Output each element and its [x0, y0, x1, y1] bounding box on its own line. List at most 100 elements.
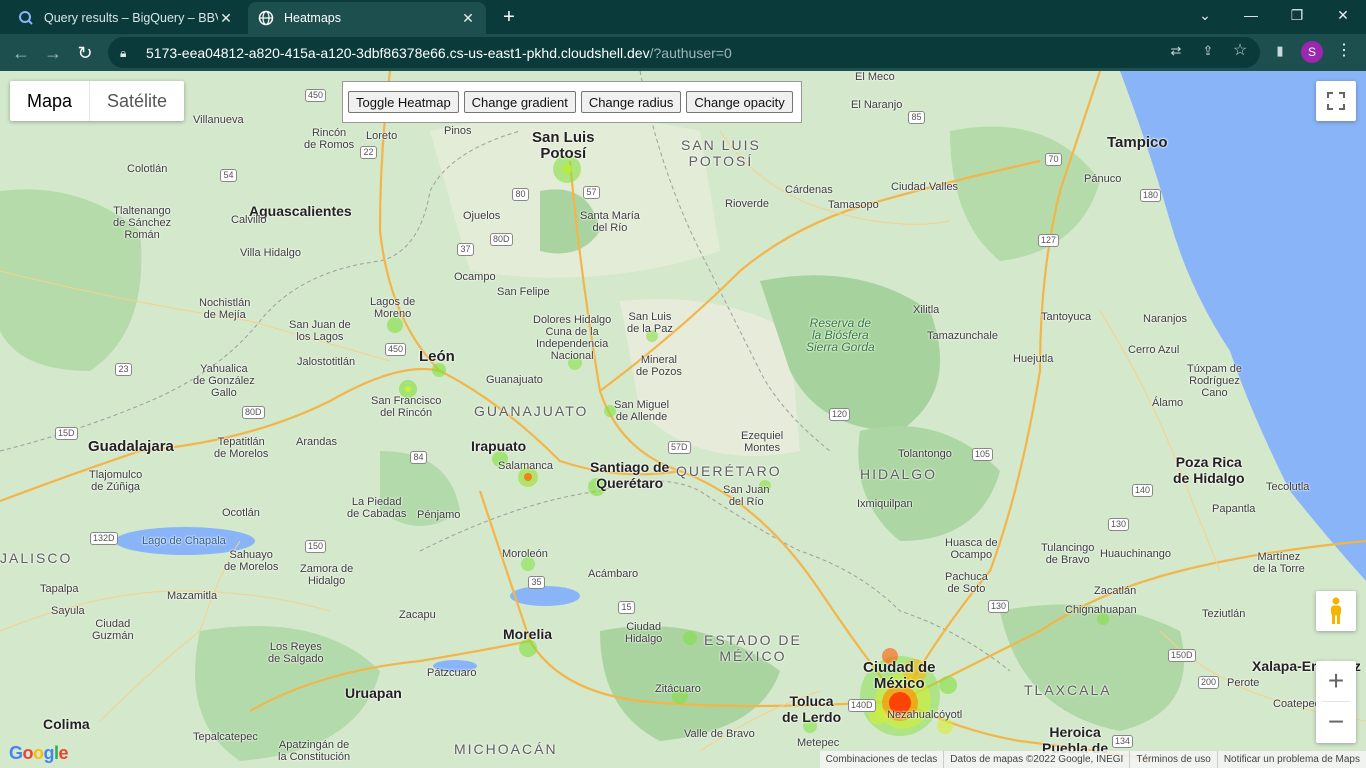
- zoom-in-button[interactable]: +: [1316, 661, 1356, 701]
- place-label: San Luis de la Paz: [627, 311, 673, 335]
- address-bar[interactable]: 🔒︎ 5173-eea04812-a820-415a-a120-3dbf8637…: [108, 37, 1260, 68]
- city-label: León: [419, 348, 455, 365]
- place-label: Pánuco: [1084, 173, 1122, 185]
- place-label: Ixmiquilpan: [857, 498, 913, 510]
- translate-icon[interactable]: ⇄: [1167, 42, 1185, 60]
- place-label: Tepalcatepec: [193, 731, 258, 743]
- highway-shield: 57: [583, 186, 600, 199]
- share-icon[interactable]: ⇪: [1199, 42, 1217, 60]
- place-label: San Juan de los Lagos: [289, 319, 351, 343]
- place-label: Cárdenas: [785, 184, 833, 196]
- place-label: Apatzingán de la Constitución: [278, 739, 351, 763]
- highway-shield: 37: [457, 243, 474, 256]
- tab-title: Heatmaps: [284, 11, 341, 25]
- toggle-heatmap-button[interactable]: Toggle Heatmap: [348, 91, 459, 113]
- highway-shield: 140: [1132, 484, 1154, 497]
- map-data-credit: Datos de mapas ©2022 Google, INEGI: [944, 751, 1131, 768]
- place-label: San Miguel de Allende: [614, 399, 670, 423]
- state-label: SAN LUIS POTOSÍ: [681, 137, 761, 169]
- place-label: Naranjos: [1143, 313, 1188, 325]
- place-label: Tecolutla: [1266, 481, 1310, 493]
- place-label: Rioverde: [725, 198, 770, 210]
- city-label: Colima: [43, 716, 90, 732]
- place-label: Zacatlán: [1094, 585, 1137, 597]
- highway-shield: 134: [1112, 735, 1134, 748]
- url-text: 5173-eea04812-a820-415a-a120-3dbf86378e6…: [146, 44, 732, 61]
- highway-shield: 22: [360, 146, 377, 159]
- highway-shield: 23: [115, 363, 132, 376]
- lake-label: Lago de Chapala: [142, 535, 226, 547]
- menu-kebab-icon[interactable]: ⋮: [1335, 42, 1353, 60]
- terms-link[interactable]: Términos de uso: [1130, 751, 1218, 768]
- back-icon[interactable]: ←: [8, 40, 34, 66]
- minimize-icon[interactable]: —: [1228, 0, 1274, 30]
- place-label: San Francisco del Rincón: [371, 395, 442, 419]
- place-label: Tlajomulco de Zúñiga: [89, 469, 143, 493]
- restore-icon[interactable]: ❐: [1274, 0, 1320, 30]
- side-panel-icon[interactable]: ▮: [1271, 42, 1289, 60]
- city-label: Irapuato: [471, 438, 527, 454]
- pegman-icon: [1331, 597, 1341, 624]
- highway-shield: 54: [220, 169, 237, 182]
- profile-avatar[interactable]: S: [1301, 41, 1323, 63]
- keyboard-shortcuts-link[interactable]: Combinaciones de teclas: [820, 751, 945, 768]
- place-label: Guanajuato: [486, 374, 543, 386]
- bookmark-star-icon[interactable]: ☆: [1231, 42, 1249, 60]
- highway-shield: 85: [908, 111, 925, 124]
- highway-shield: 15: [618, 601, 635, 614]
- highway-shield: 15D: [55, 427, 78, 440]
- city-label: Tampico: [1107, 134, 1168, 151]
- place-label: Xilitla: [913, 304, 940, 316]
- place-label: Zitácuaro: [655, 683, 701, 695]
- place-label: Mazamitla: [167, 590, 218, 602]
- place-label: Ciudad Hidalgo: [625, 621, 663, 645]
- place-label: Los Reyes de Salgado: [268, 641, 324, 665]
- heatmap-map[interactable]: 450 57 22 80 54 80D 85 70 127 180 37 450…: [0, 71, 1366, 768]
- close-icon[interactable]: ✕: [460, 10, 476, 27]
- bigquery-icon: [18, 10, 34, 26]
- place-label: Cerro Azul: [1128, 344, 1180, 356]
- map-type-map-button[interactable]: Mapa: [10, 81, 89, 121]
- report-problem-link[interactable]: Notificar un problema de Maps: [1218, 751, 1366, 768]
- google-logo: Google: [9, 743, 69, 763]
- city-label: Poza Rica de Hidalgo: [1173, 454, 1245, 486]
- place-label: Nochistlán de Mejía: [199, 297, 251, 321]
- window-close-icon[interactable]: ✕: [1320, 0, 1366, 30]
- place-label: Pinos: [444, 125, 472, 137]
- place-label: Villa Hidalgo: [240, 247, 301, 259]
- change-gradient-button[interactable]: Change gradient: [463, 91, 576, 113]
- place-label: Ojuelos: [463, 210, 501, 222]
- forward-icon[interactable]: →: [40, 40, 66, 66]
- highway-shield: 105: [972, 448, 994, 461]
- city-label: Toluca de Lerdo: [782, 693, 842, 725]
- new-tab-button[interactable]: +: [498, 6, 520, 28]
- fullscreen-button[interactable]: [1316, 81, 1356, 121]
- place-label: Huauchinango: [1100, 548, 1171, 560]
- tab-search-icon[interactable]: ⌄: [1182, 0, 1228, 30]
- place-label: Lagos de Moreno: [370, 296, 416, 320]
- change-radius-button[interactable]: Change radius: [580, 91, 682, 113]
- place-label: Nezahualcóyotl: [887, 709, 963, 721]
- map-type-satellite-button[interactable]: Satélite: [89, 81, 184, 121]
- place-label: Valle de Bravo: [684, 728, 755, 740]
- change-opacity-button[interactable]: Change opacity: [686, 91, 793, 113]
- street-view-pegman-button[interactable]: [1316, 591, 1356, 631]
- place-label: Tamasopo: [828, 199, 879, 211]
- highway-shield: 120: [829, 408, 851, 421]
- place-label: Tamazunchale: [927, 330, 998, 342]
- city-label: Guadalajara: [88, 438, 174, 455]
- place-label: Coatepec: [1273, 698, 1321, 710]
- place-label: Túxpam de Rodríguez Cano: [1187, 363, 1243, 399]
- place-label: Ezequiel Montes: [741, 430, 784, 454]
- zoom-out-button[interactable]: −: [1316, 702, 1356, 742]
- place-label: Huejutla: [1013, 353, 1054, 365]
- place-label: Yahualica de González Gallo: [193, 363, 255, 399]
- place-label: La Piedad de Cabadas: [347, 496, 407, 520]
- close-icon[interactable]: ✕: [218, 10, 234, 27]
- tab-heatmaps[interactable]: Heatmaps ✕: [248, 2, 486, 34]
- highway-shield: 150D: [1168, 649, 1196, 662]
- highway-shield: 127: [1038, 234, 1060, 247]
- reload-icon[interactable]: ↻: [72, 40, 98, 66]
- tab-bigquery[interactable]: Query results – BigQuery – BBVA ✕: [8, 2, 244, 34]
- place-label: Ocampo: [454, 271, 496, 283]
